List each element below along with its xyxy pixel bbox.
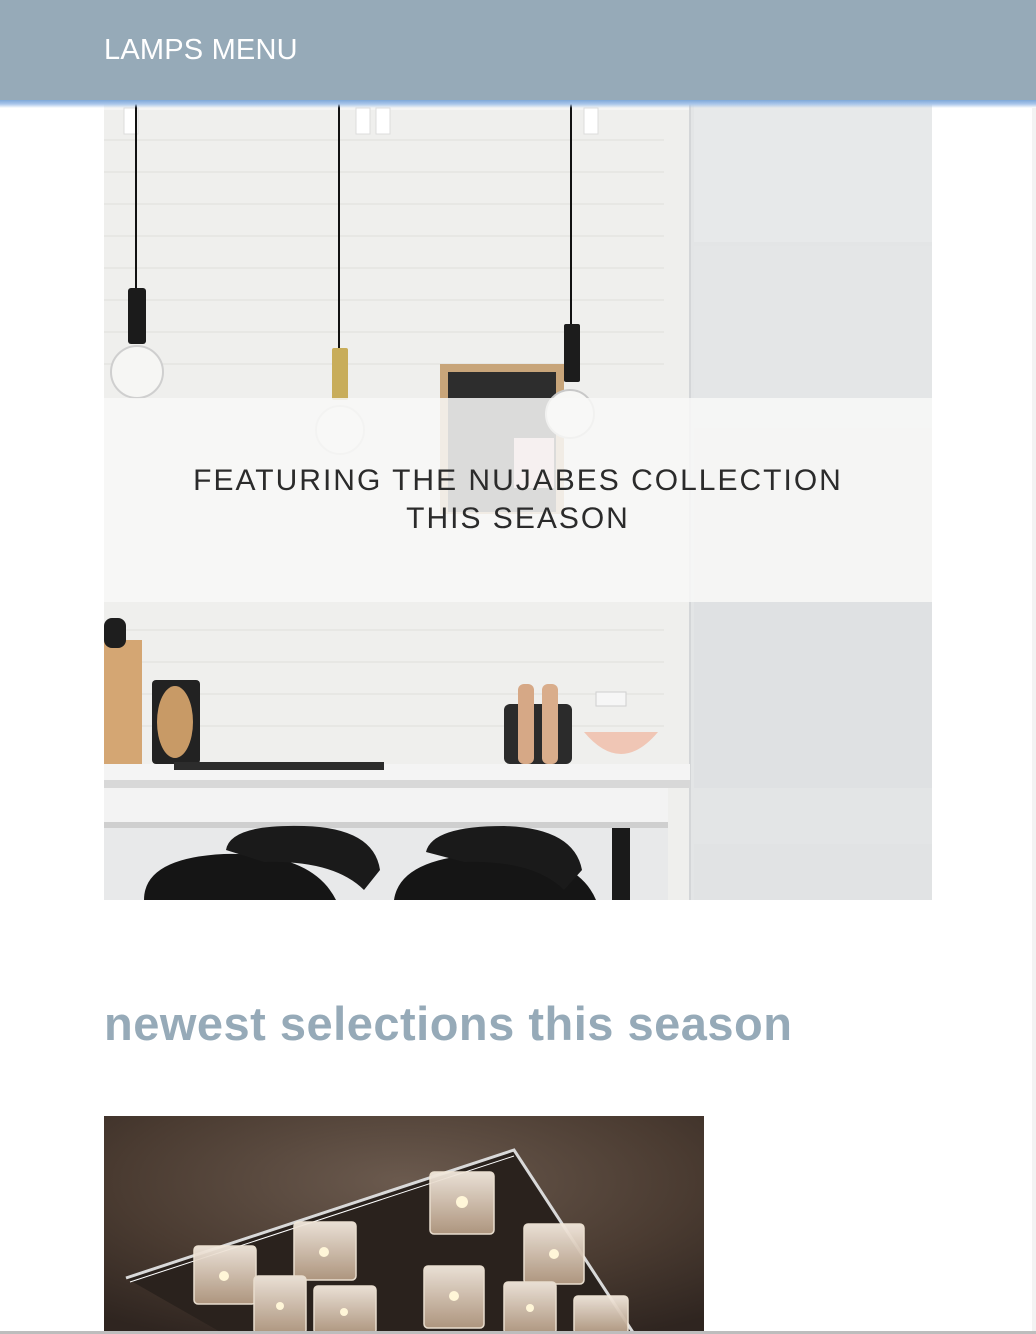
top-navigation-bar: LAMPS MENU xyxy=(0,0,1036,104)
page-scrollbar[interactable] xyxy=(1032,108,1036,1334)
hero-banner-line-2: THIS SEASON xyxy=(406,502,630,535)
hero-banner-section: FEATURING THE NUJABES COLLECTION THIS SE… xyxy=(104,100,932,900)
hero-banner-line-1: FEATURING THE NUJABES COLLECTION xyxy=(193,464,843,497)
hero-featured-banner: FEATURING THE NUJABES COLLECTION THIS SE… xyxy=(104,398,932,602)
lamps-menu-button[interactable]: LAMPS MENU xyxy=(104,30,298,70)
newest-selections-heading: newest selections this season xyxy=(104,997,793,1050)
product-card-crystal-ceiling-lamp[interactable] xyxy=(104,1116,704,1334)
header-accent-line xyxy=(0,100,1036,108)
crystal-ceiling-lamp-image xyxy=(104,1116,704,1334)
